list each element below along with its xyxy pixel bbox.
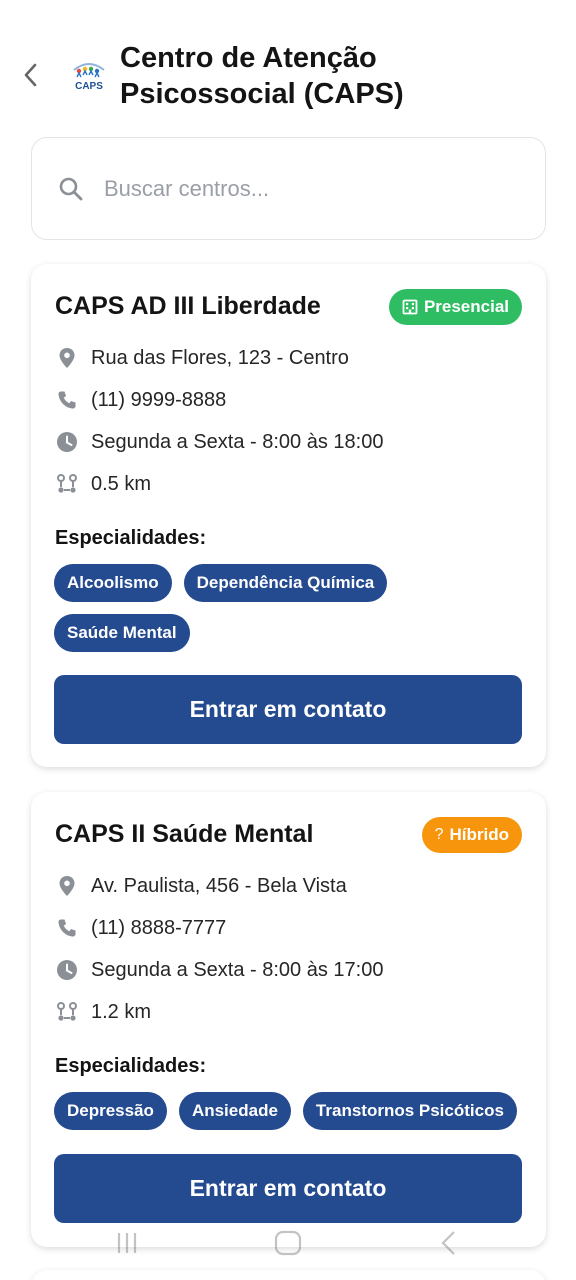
caps-logo: CAPS: [70, 60, 108, 94]
back-arrow-icon: [24, 63, 37, 87]
distance-row: 1.2 km: [55, 1000, 151, 1024]
specialties-label: Especialidades:: [55, 1055, 207, 1077]
address-text: Rua das Flores, 123 - Centro: [91, 346, 349, 369]
specialties-list: Depressão Ansiedade Transtornos Psicótic…: [54, 1092, 524, 1130]
page-title: Centro de Atenção Psicossocial (CAPS): [120, 42, 404, 110]
center-name: CAPS AD III Liberdade: [55, 292, 321, 320]
distance-row: 0.5 km: [55, 472, 151, 496]
mode-badge: Presencial: [388, 289, 522, 325]
specialty-chip: Transtornos Psicóticos: [302, 1092, 517, 1130]
center-name: CAPS II Saúde Mental: [55, 820, 314, 848]
route-icon: [55, 472, 79, 496]
contact-button[interactable]: Entrar em contato: [54, 675, 522, 744]
mode-badge: ? Híbrido: [421, 817, 522, 853]
search-icon: [59, 177, 83, 200]
hours-text: Segunda a Sexta - 8:00 às 17:00: [91, 958, 384, 981]
hours-row: Segunda a Sexta - 8:00 às 17:00: [55, 958, 383, 982]
route-icon: [55, 1000, 79, 1024]
mode-badge-label: Híbrido: [449, 825, 510, 844]
building-icon: [402, 299, 418, 315]
mode-badge-label: Presencial: [423, 297, 509, 316]
specialty-chip: Depressão: [54, 1092, 167, 1130]
specialty-chip: Alcoolismo: [54, 564, 172, 602]
phone-row[interactable]: (11) 9999-8888: [55, 388, 226, 412]
phone-icon: [55, 388, 79, 412]
phone-icon: [55, 916, 79, 940]
address-row: Av. Paulista, 456 - Bela Vista: [55, 874, 347, 898]
location-pin-icon: [55, 346, 79, 370]
hours-row: Segunda a Sexta - 8:00 às 18:00: [55, 430, 383, 454]
question-icon: ?: [434, 826, 444, 843]
phone-text: (11) 9999-8888: [91, 388, 227, 411]
center-card: CAPS II Saúde Mental ? Híbrido Av. Pauli…: [31, 792, 546, 1247]
contact-button[interactable]: Entrar em contato: [54, 1154, 522, 1223]
search-bar[interactable]: [31, 137, 546, 240]
distance-text: 0.5 km: [91, 472, 152, 495]
address-text: Av. Paulista, 456 - Bela Vista: [91, 874, 347, 897]
specialty-chip: Ansiedade: [178, 1092, 291, 1130]
clock-icon: [55, 430, 79, 454]
search-input[interactable]: [104, 175, 504, 202]
svg-text:CAPS: CAPS: [75, 81, 103, 92]
clock-icon: [55, 958, 79, 982]
location-pin-icon: [55, 874, 79, 898]
phone-row[interactable]: (11) 8888-7777: [55, 916, 226, 940]
distance-text: 1.2 km: [91, 1000, 152, 1023]
back-button[interactable]: [14, 58, 48, 92]
specialty-chip: Dependência Química: [183, 564, 388, 602]
app-header: CAPS Centro de Atenção Psicossocial (CAP…: [0, 0, 576, 130]
center-card: CAPS AD III Liberdade Presencial Rua das…: [31, 264, 546, 767]
phone-text: (11) 8888-7777: [91, 916, 227, 939]
specialties-list: Alcoolismo Dependência Química Saúde Men…: [54, 564, 524, 652]
specialty-chip: Saúde Mental: [54, 614, 190, 652]
hours-text: Segunda a Sexta - 8:00 às 18:00: [91, 430, 384, 453]
specialties-label: Especialidades:: [55, 527, 207, 549]
center-card: [31, 1270, 546, 1280]
address-row: Rua das Flores, 123 - Centro: [55, 346, 349, 370]
